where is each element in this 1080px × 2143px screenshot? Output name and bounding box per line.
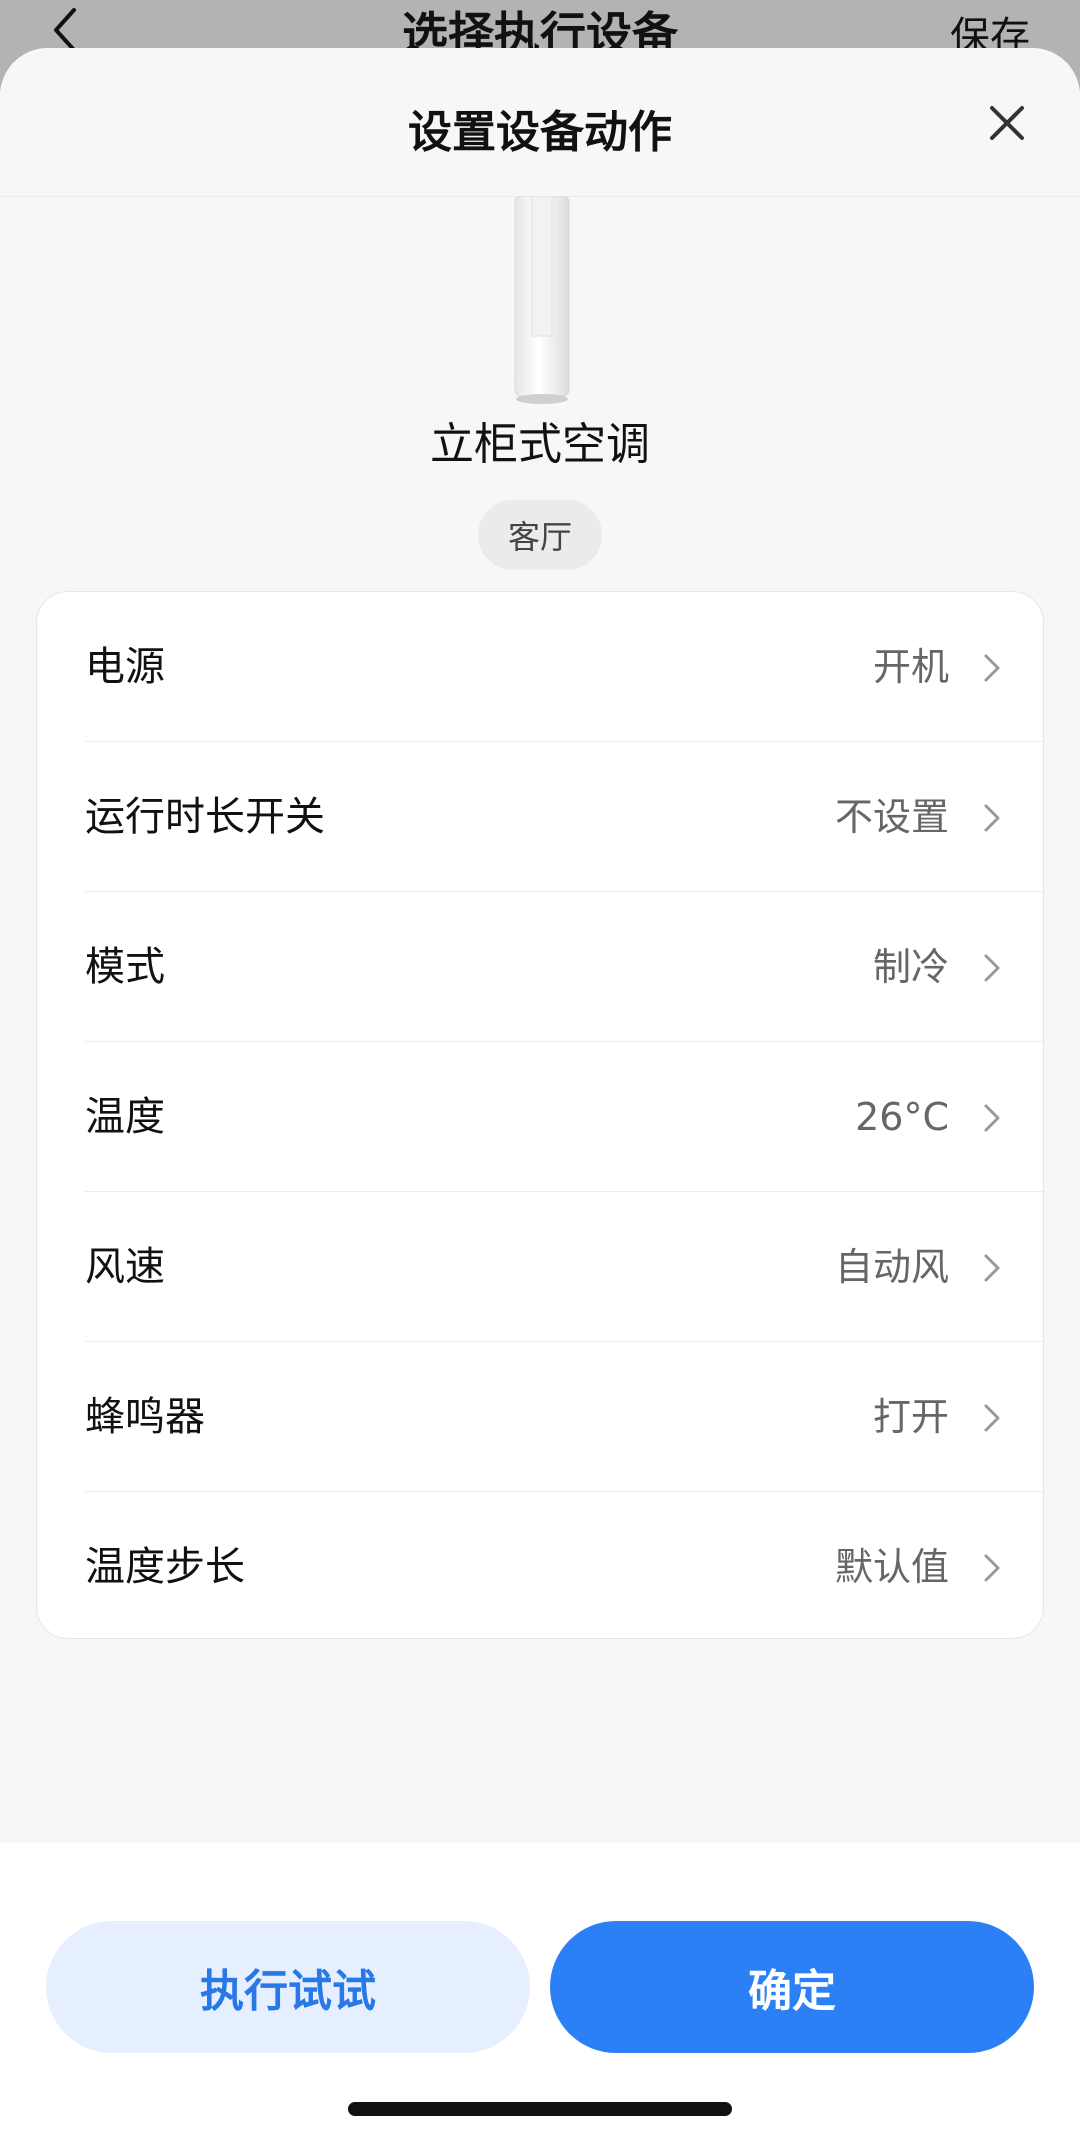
action-sheet: 设置设备动作 立柜式空调 客厅 电源 开机 运行时长开关 不设置 模式 制冷 温… [0,48,1080,2143]
confirm-button[interactable]: 确定 [550,1921,1034,2053]
sheet-header: 设置设备动作 [0,48,1080,197]
chevron-right-icon [984,1554,1000,1582]
setting-label: 风速 [85,1244,165,1290]
room-badge: 客厅 [478,500,602,570]
setting-label: 电源 [85,644,165,690]
device-name: 立柜式空调 [430,419,650,470]
setting-row-temperature-step[interactable]: 温度步长 默认值 [37,1492,1045,1642]
chevron-right-icon [984,1254,1000,1282]
close-icon[interactable] [982,98,1032,148]
chevron-right-icon [984,954,1000,982]
chevron-right-icon [984,654,1000,682]
setting-value: 自动风 [834,1245,949,1289]
setting-label: 模式 [85,944,165,990]
setting-value: 开机 [872,645,949,689]
sheet-title: 设置设备动作 [408,107,672,158]
setting-row-power[interactable]: 电源 开机 [37,592,1045,742]
try-execute-button[interactable]: 执行试试 [46,1921,530,2053]
setting-row-run-duration[interactable]: 运行时长开关 不设置 [37,742,1045,892]
air-conditioner-image [514,196,570,404]
chevron-right-icon [984,1404,1000,1432]
setting-row-mode[interactable]: 模式 制冷 [37,892,1045,1042]
chevron-right-icon [984,1104,1000,1132]
setting-value: 26°C [855,1095,949,1139]
settings-list: 电源 开机 运行时长开关 不设置 模式 制冷 温度 26°C 风速 自动风 蜂鸣… [36,591,1045,1642]
footer-actions: 执行试试 确定 [0,1843,1080,2143]
home-indicator [348,2102,732,2116]
setting-label: 温度步长 [85,1544,245,1590]
setting-value: 打开 [872,1395,949,1439]
setting-label: 运行时长开关 [85,794,325,840]
setting-row-fan-speed[interactable]: 风速 自动风 [37,1192,1045,1342]
setting-value: 不设置 [834,795,949,839]
setting-label: 温度 [85,1094,165,1140]
setting-value: 制冷 [872,945,949,989]
setting-row-buzzer[interactable]: 蜂鸣器 打开 [37,1342,1045,1492]
setting-value: 默认值 [834,1545,949,1589]
setting-label: 蜂鸣器 [85,1394,205,1440]
setting-row-temperature[interactable]: 温度 26°C [37,1042,1045,1192]
chevron-right-icon [984,804,1000,832]
